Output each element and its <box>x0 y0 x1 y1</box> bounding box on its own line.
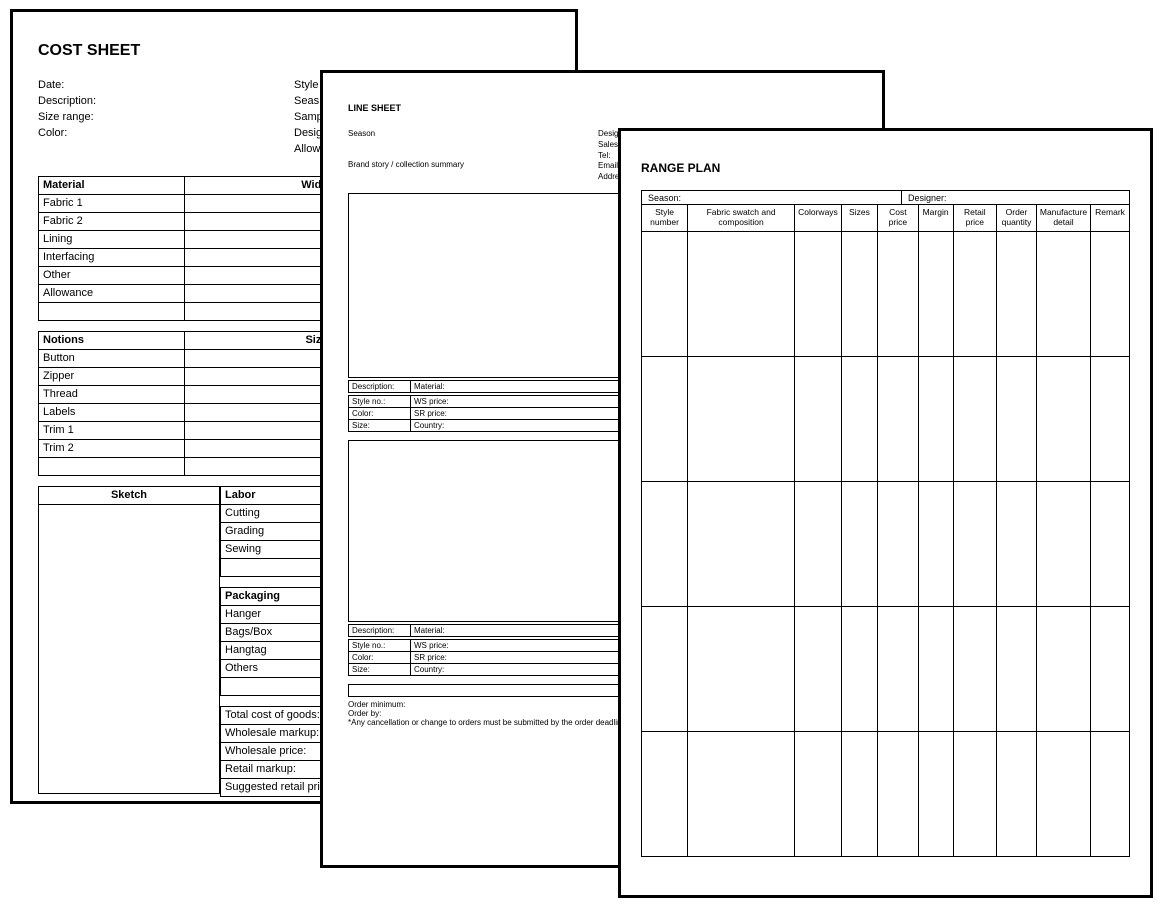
rp-row <box>642 607 1130 732</box>
ls-desc: Description: <box>349 624 411 636</box>
not-row <box>39 457 185 475</box>
sketch-header: Sketch <box>39 486 220 504</box>
labor-row: Cutting <box>221 504 326 522</box>
notions-h1: Notions <box>39 331 185 349</box>
rp-row <box>642 482 1130 607</box>
pack-row: Others <box>221 659 326 677</box>
ls-styleno: Style no.: <box>349 395 411 407</box>
materials-h1: Material <box>39 176 185 194</box>
not-row: Trim 2 <box>39 439 185 457</box>
rp-h-remark: Remark <box>1091 205 1130 232</box>
mat-row: Other <box>39 266 185 284</box>
sketch-box <box>38 505 220 794</box>
not-row: Trim 1 <box>39 421 185 439</box>
rp-h-margin: Margin <box>918 205 953 232</box>
field-size-range: Size range: <box>38 110 294 126</box>
ls-size: Size: <box>349 663 411 675</box>
ls-color: Color: <box>349 407 411 419</box>
not-row: Labels <box>39 403 185 421</box>
field-description: Description: <box>38 94 294 110</box>
rp-designer: Designer: <box>902 190 1130 205</box>
sketch-column: Sketch <box>38 486 220 797</box>
rp-h-qty: Order quantity <box>997 205 1037 232</box>
ls-season: Season <box>348 129 578 140</box>
rp-h-manuf: Manufacture detail <box>1036 205 1090 232</box>
labor-row: Grading <box>221 522 326 540</box>
cost-sheet-title: COST SHEET <box>38 42 550 60</box>
rp-row <box>642 357 1130 482</box>
labor-row <box>221 558 326 576</box>
ls-desc: Description: <box>349 380 411 392</box>
rp-h-style: Style number <box>642 205 688 232</box>
labor-row: Sewing <box>221 540 326 558</box>
not-row: Thread <box>39 385 185 403</box>
range-plan-table: Style number Fabric swatch and compositi… <box>641 204 1130 857</box>
pack-row: Hanger <box>221 605 326 623</box>
pack-row: Bags/Box <box>221 623 326 641</box>
rp-h-colorways: Colorways <box>795 205 842 232</box>
mat-row: Allowance <box>39 284 185 302</box>
rp-h-cost: Cost price <box>878 205 919 232</box>
labor-header: Labor <box>221 486 326 504</box>
mat-row: Fabric 2 <box>39 212 185 230</box>
not-row: Zipper <box>39 367 185 385</box>
rp-row <box>642 732 1130 857</box>
field-color: Color: <box>38 126 294 142</box>
line-sheet-title: LINE SHEET <box>348 103 857 113</box>
rp-season: Season: <box>641 190 902 205</box>
rp-h-retail: Retail price <box>953 205 997 232</box>
field-date: Date: <box>38 78 294 94</box>
mat-row <box>39 302 185 320</box>
mat-row: Lining <box>39 230 185 248</box>
range-plan-page: RANGE PLAN Season: Designer: Style numbe… <box>618 128 1153 898</box>
ls-styleno: Style no.: <box>349 639 411 651</box>
mat-row: Fabric 1 <box>39 194 185 212</box>
ls-color: Color: <box>349 651 411 663</box>
rp-h-swatch: Fabric swatch and composition <box>688 205 795 232</box>
rp-row <box>642 232 1130 357</box>
not-row: Button <box>39 349 185 367</box>
mat-row: Interfacing <box>39 248 185 266</box>
packaging-header: Packaging <box>221 587 326 605</box>
ls-brand-story: Brand story / collection summary <box>348 160 578 171</box>
ls-size: Size: <box>349 419 411 431</box>
rp-h-sizes: Sizes <box>841 205 877 232</box>
pack-row: Hangtag <box>221 641 326 659</box>
range-plan-title: RANGE PLAN <box>641 161 1130 175</box>
pack-row <box>221 677 326 695</box>
